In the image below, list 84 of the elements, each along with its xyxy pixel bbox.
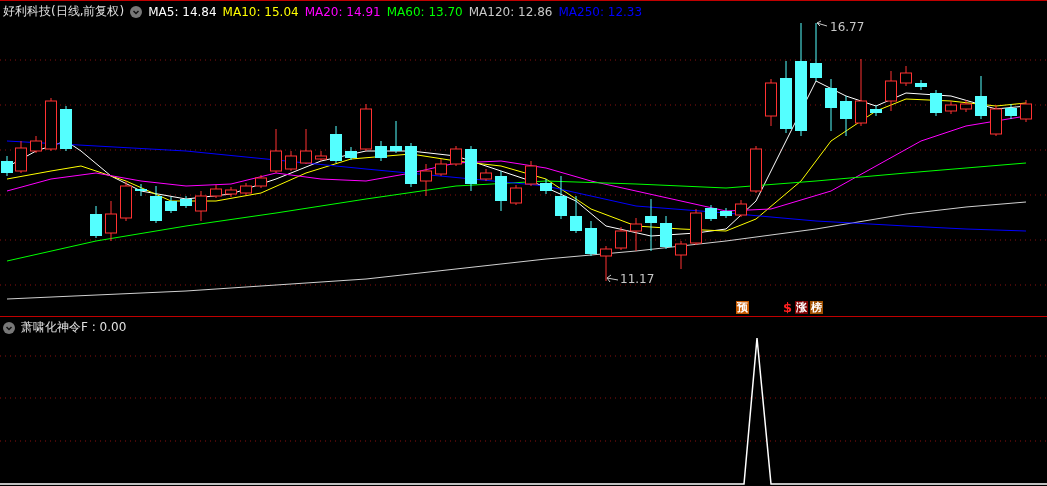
rising-candlestick [210,184,222,199]
falling-candlestick [345,146,357,161]
falling-candlestick [825,78,837,132]
rising-candlestick [900,65,912,87]
falling-candlestick [375,140,387,162]
dropdown-icon[interactable] [130,5,143,18]
rising-candlestick [750,145,762,194]
signal-mark: $ [781,301,793,314]
stock-title: 好利科技(日线,前复权) [3,3,125,20]
falling-candlestick [495,170,507,212]
rising-candlestick [945,100,957,115]
rising-candlestick [45,97,57,152]
falling-candlestick [915,79,927,91]
falling-candlestick [330,125,342,164]
rising-candlestick [450,145,462,167]
rising-candlestick [30,135,42,154]
rising-candlestick [675,240,687,270]
low-marker-arrow [606,274,619,283]
falling-candlestick [810,22,822,82]
low-price-label: 11.17 [620,272,655,286]
falling-candlestick [1,155,13,177]
rising-candlestick [15,140,27,174]
signal-badge: 榜 [810,301,823,314]
rising-candlestick [855,58,867,127]
rising-candlestick [105,200,117,242]
falling-candlestick [135,183,147,197]
rising-candlestick [300,128,312,165]
rising-candlestick [315,150,327,162]
falling-candlestick [930,89,942,117]
falling-candlestick [555,175,567,220]
falling-candlestick [975,75,987,120]
falling-candlestick [840,95,852,137]
rising-candlestick [990,104,1002,137]
rising-candlestick [225,186,237,198]
rising-candlestick [270,128,282,174]
dropdown-icon[interactable] [3,321,15,334]
falling-candlestick [150,185,162,224]
rising-candlestick [600,245,612,282]
falling-candlestick [1005,103,1017,120]
falling-candlestick [870,104,882,117]
falling-candlestick [570,195,582,234]
high-price-label: 16.77 [830,20,865,34]
high-marker-arrow [816,20,828,27]
moving-average-value: MA5: 14.84 [148,4,217,19]
falling-candlestick [645,198,657,252]
falling-candlestick [405,142,417,188]
rising-candlestick [360,103,372,152]
falling-candlestick [540,178,552,195]
falling-candlestick [90,205,102,239]
rising-candlestick [195,190,207,222]
rising-candlestick [240,182,252,196]
rising-candlestick [420,163,432,197]
rising-candlestick [1020,99,1032,123]
falling-candlestick [720,207,732,219]
rising-candlestick [120,180,132,222]
signal-badge: 涨 [795,301,808,314]
rising-candlestick [480,168,492,182]
rising-candlestick [765,78,777,127]
falling-candlestick [60,105,72,152]
moving-average-value: MA250: 12.33 [558,4,643,19]
moving-average-value: MA10: 15.04 [222,4,299,19]
rising-candlestick [885,70,897,112]
rising-candlestick [690,208,702,246]
rising-candlestick [630,217,642,252]
falling-candlestick [585,220,597,257]
rising-candlestick [735,199,747,218]
rising-candlestick [285,150,297,172]
rising-candlestick [435,158,447,177]
moving-average-value: MA20: 14.91 [304,4,381,19]
rising-candlestick [255,174,267,189]
rising-candlestick [510,184,522,206]
falling-candlestick [705,204,717,222]
indicator-title: 萧啸化神令F : 0.00 [21,319,127,336]
signal-badge: 预 [736,301,749,314]
falling-candlestick [165,196,177,214]
falling-candlestick [660,215,672,250]
moving-average-value: MA60: 13.70 [386,4,463,19]
falling-candlestick [465,145,477,192]
moving-average-value: MA120: 12.86 [468,4,553,19]
falling-candlestick [390,120,402,154]
rising-candlestick [525,160,537,187]
rising-candlestick [615,226,627,251]
rising-candlestick [960,99,972,113]
falling-candlestick [180,195,192,209]
